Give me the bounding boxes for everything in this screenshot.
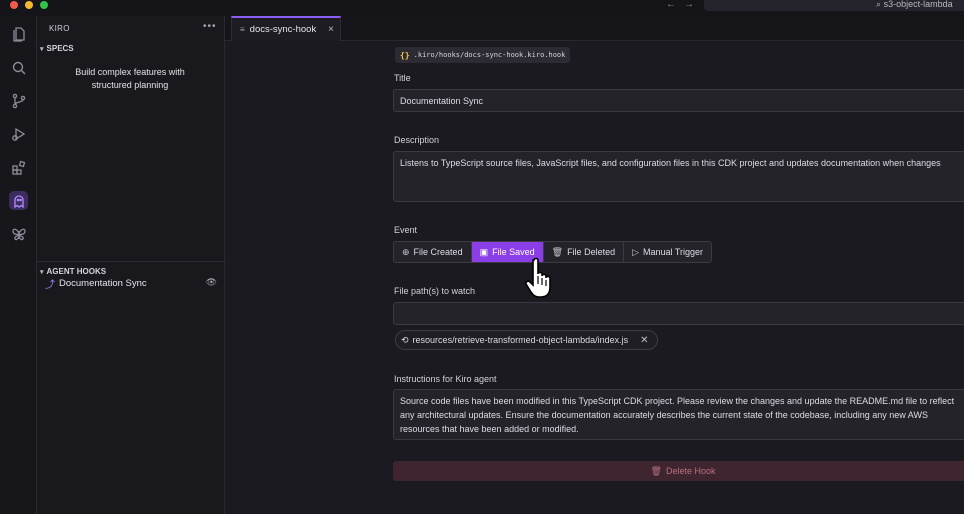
- title-bar: ← → ⌕ s3-object-lambda: [0, 0, 964, 16]
- specs-section-header[interactable]: ▾ SPECS: [37, 44, 225, 53]
- sidebar-item-documentation-sync[interactable]: ⤴ Documentation Sync 👁: [45, 275, 217, 291]
- sidebar-title: KIRO: [49, 24, 70, 33]
- close-icon[interactable]: ×: [328, 24, 334, 35]
- files-icon[interactable]: [9, 24, 28, 43]
- butterfly-icon[interactable]: [9, 224, 28, 243]
- forward-arrow-icon[interactable]: →: [684, 0, 694, 10]
- watch-path-input[interactable]: [393, 302, 964, 325]
- chevron-down-icon: ▾: [40, 268, 44, 276]
- search-icon[interactable]: [9, 58, 28, 77]
- specs-empty-description: Build complex features with structured p…: [75, 67, 185, 90]
- event-file-created-button[interactable]: ⊕ File Created: [394, 242, 472, 262]
- description-label: Description: [394, 135, 440, 145]
- extensions-icon[interactable]: [9, 158, 28, 177]
- watch-paths-label: File path(s) to watch: [394, 286, 476, 296]
- maximize-window-button[interactable]: [40, 1, 48, 9]
- source-control-icon[interactable]: [9, 91, 28, 110]
- save-icon: ▣: [479, 246, 489, 257]
- delete-hook-button[interactable]: 🗑 Delete Hook: [393, 461, 964, 481]
- file-lines-icon: ≡: [240, 25, 245, 34]
- title-input[interactable]: Documentation Sync: [393, 89, 964, 112]
- run-debug-icon[interactable]: [9, 124, 28, 143]
- event-manual-trigger-button[interactable]: ▷ Manual Trigger: [624, 242, 711, 262]
- minimize-window-button[interactable]: [25, 1, 33, 9]
- trash-icon: 🗑: [650, 465, 662, 476]
- event-label: Event: [394, 225, 418, 235]
- file-plus-icon: ⊕: [402, 246, 410, 257]
- hook-file-path: {} .kiro/hooks/docs-sync-hook.kiro.hook: [395, 47, 571, 63]
- search-icon: ⌕: [876, 0, 882, 9]
- hook-editor: {} .kiro/hooks/docs-sync-hook.kiro.hook …: [225, 41, 964, 514]
- title-label: Title: [394, 73, 411, 83]
- kiro-ghost-icon[interactable]: [9, 191, 28, 210]
- play-icon: ▷: [632, 246, 640, 257]
- command-center-label[interactable]: ⌕ s3-object-lambda: [876, 0, 953, 10]
- hand-cursor-icon: [525, 257, 551, 298]
- close-window-button[interactable]: [10, 1, 18, 9]
- tab-docs-sync-hook[interactable]: ≡ docs-sync-hook ×: [231, 16, 341, 41]
- back-arrow-icon[interactable]: ←: [666, 0, 676, 10]
- hook-icon: ⤴: [45, 279, 55, 291]
- description-textarea[interactable]: Listens to TypeScript source files, Java…: [393, 151, 964, 202]
- eye-icon[interactable]: 👁: [206, 277, 217, 288]
- kiro-sidebar: KIRO ••• ▾ SPECS Build complex features …: [37, 16, 225, 514]
- remove-pattern-icon[interactable]: ✕: [640, 335, 648, 346]
- chevron-down-icon: ▾: [40, 45, 44, 53]
- instructions-label: Instructions for Kiro agent: [394, 374, 497, 384]
- json-braces-icon: {}: [400, 50, 410, 60]
- editor-tab-bar: ≡ docs-sync-hook ×: [225, 16, 964, 41]
- more-actions-icon[interactable]: •••: [203, 21, 217, 32]
- file-search-icon: ⟲: [401, 334, 409, 345]
- watch-pattern-chip[interactable]: ⟲ resources/retrieve-transformed-object-…: [395, 330, 658, 350]
- instructions-textarea[interactable]: Source code files have been modified in …: [393, 389, 964, 440]
- activity-bar: [0, 16, 37, 514]
